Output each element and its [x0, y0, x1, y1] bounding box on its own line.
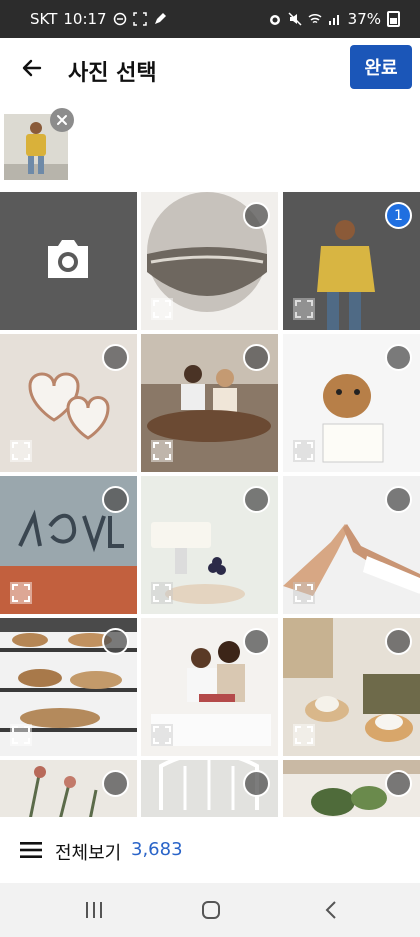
expand-icon[interactable]	[293, 724, 315, 746]
expand-icon[interactable]	[151, 582, 173, 604]
mute-icon	[288, 12, 302, 26]
status-bar: SKT 10:17 37%	[0, 0, 420, 38]
photo-tile[interactable]	[141, 476, 278, 614]
home-icon	[202, 901, 220, 919]
screenshot-icon	[132, 12, 147, 26]
expand-icon[interactable]	[151, 440, 173, 462]
selected-badge[interactable]: 1	[385, 202, 412, 229]
battery-label: 37%	[347, 10, 381, 28]
select-toggle[interactable]	[385, 770, 412, 797]
select-toggle[interactable]	[102, 486, 129, 513]
expand-icon[interactable]	[293, 440, 315, 462]
photo-count: 3,683	[131, 839, 183, 860]
photo-tile[interactable]	[0, 618, 137, 756]
photo-tile[interactable]	[0, 334, 137, 472]
recent-apps-icon	[86, 902, 102, 918]
back-nav-button[interactable]	[318, 897, 346, 923]
recent-apps-button[interactable]	[80, 897, 108, 923]
photo-tile[interactable]	[141, 760, 278, 817]
expand-icon[interactable]	[10, 582, 32, 604]
expand-icon[interactable]	[10, 724, 32, 746]
menu-icon[interactable]	[20, 841, 42, 859]
select-toggle[interactable]	[102, 770, 129, 797]
photo-tile[interactable]	[141, 334, 278, 472]
home-button[interactable]	[197, 897, 225, 923]
photo-tile[interactable]	[141, 192, 278, 330]
battery-icon	[387, 11, 400, 27]
time-label: 10:17	[63, 10, 107, 28]
remove-selected-button[interactable]	[50, 108, 74, 132]
expand-icon[interactable]	[293, 298, 315, 320]
select-toggle[interactable]	[385, 628, 412, 655]
expand-icon[interactable]	[293, 582, 315, 604]
done-button[interactable]: 완료	[350, 45, 412, 89]
photo-tile[interactable]	[283, 760, 420, 817]
carrier-label: SKT	[30, 10, 58, 28]
arrow-left-icon	[22, 59, 42, 77]
back-button[interactable]	[14, 50, 50, 86]
photo-tile[interactable]: 1	[283, 192, 420, 330]
photo-tile[interactable]	[283, 334, 420, 472]
album-selector-bar[interactable]: 전체보기 3,683	[0, 817, 420, 883]
app-bar: 사진 선택 완료	[0, 38, 420, 100]
signal-icon	[328, 15, 339, 25]
expand-icon[interactable]	[151, 724, 173, 746]
select-toggle[interactable]	[243, 202, 270, 229]
chevron-left-icon	[325, 901, 336, 919]
photo-grid: 1	[0, 192, 420, 817]
select-toggle[interactable]	[243, 486, 270, 513]
select-toggle[interactable]	[243, 770, 270, 797]
select-toggle[interactable]	[243, 628, 270, 655]
expand-icon[interactable]	[10, 440, 32, 462]
select-toggle[interactable]	[385, 486, 412, 513]
photo-tile[interactable]	[141, 618, 278, 756]
select-toggle[interactable]	[385, 344, 412, 371]
minus-circle-icon	[113, 12, 126, 26]
photo-tile[interactable]	[283, 476, 420, 614]
close-icon	[57, 115, 67, 125]
pen-icon	[154, 13, 166, 24]
system-navigation-bar	[0, 883, 420, 937]
select-toggle[interactable]	[102, 344, 129, 371]
all-photos-label[interactable]: 전체보기	[55, 839, 121, 865]
camera-icon	[48, 240, 88, 278]
alarm-icon	[269, 15, 280, 25]
wifi-icon	[308, 13, 322, 24]
photo-tile[interactable]	[0, 760, 137, 817]
select-toggle[interactable]	[102, 628, 129, 655]
page-title: 사진 선택	[68, 61, 157, 86]
photo-tile[interactable]	[283, 618, 420, 756]
camera-tile[interactable]	[0, 192, 137, 330]
expand-icon[interactable]	[151, 298, 173, 320]
select-toggle[interactable]	[243, 344, 270, 371]
photo-tile[interactable]	[0, 476, 137, 614]
